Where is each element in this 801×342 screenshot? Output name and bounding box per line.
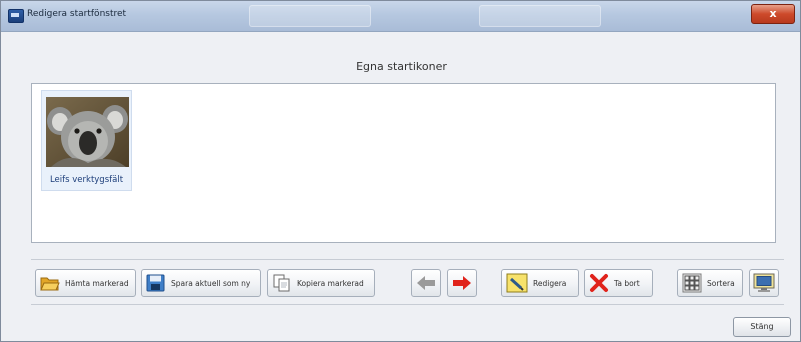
dialog-window: Redigera startfönstret x Egna startikone… <box>0 0 801 342</box>
arrow-right-icon <box>453 276 471 290</box>
window-title: Redigera startfönstret <box>27 9 127 19</box>
icon-label: Leifs verktygsfält <box>49 175 124 185</box>
folder-open-icon <box>40 277 60 291</box>
copy-pages-icon <box>273 274 290 292</box>
delete-x-icon <box>590 274 608 292</box>
screen-preview-button[interactable] <box>749 269 779 297</box>
close-button[interactable]: Stäng <box>733 317 791 337</box>
move-left-button[interactable] <box>411 269 441 297</box>
move-right-button[interactable] <box>447 269 477 297</box>
action-toolbar: Hämta markerad Spara aktuell som ny Kopi… <box>31 259 784 305</box>
arrow-left-icon <box>417 276 435 290</box>
sort-grid-icon <box>682 273 702 293</box>
fetch-selected-button[interactable]: Hämta markerad <box>35 269 136 297</box>
edit-label: Redigera <box>533 278 567 288</box>
floppy-disk-icon <box>146 274 165 292</box>
save-as-new-button[interactable]: Spara aktuell som ny <box>141 269 261 297</box>
fetch-selected-label: Hämta markerad <box>65 278 129 288</box>
app-icon <box>8 9 24 23</box>
icon-list[interactable]: Leifs verktygsfält <box>31 83 776 243</box>
window-close-button[interactable]: x <box>751 4 795 24</box>
sort-button[interactable]: Sortera <box>677 269 743 297</box>
copy-selected-button[interactable]: Kopiera markerad <box>267 269 375 297</box>
section-title: Egna startikoner <box>356 60 447 73</box>
edit-button[interactable]: Redigera <box>501 269 579 297</box>
icon-list-item[interactable]: Leifs verktygsfält <box>41 90 132 191</box>
monitor-icon <box>753 273 775 292</box>
background-taskbar-ghost <box>479 5 601 27</box>
koala-thumbnail-icon <box>46 97 129 167</box>
copy-selected-label: Kopiera markerad <box>297 278 364 288</box>
sort-label: Sortera <box>707 278 735 288</box>
title-bar[interactable]: Redigera startfönstret x <box>1 1 800 32</box>
delete-label: Ta bort <box>614 278 640 288</box>
delete-button[interactable]: Ta bort <box>584 269 653 297</box>
save-as-new-label: Spara aktuell som ny <box>171 278 251 288</box>
edit-pencil-icon <box>506 273 528 293</box>
background-taskbar-ghost <box>249 5 371 27</box>
